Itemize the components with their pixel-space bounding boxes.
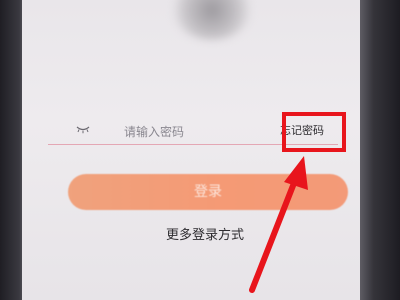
login-button[interactable]: 登录 (68, 174, 348, 210)
eye-closed-icon[interactable] (76, 124, 90, 134)
device-bezel-right (356, 0, 400, 300)
avatar (172, 0, 252, 40)
annotation-highlight-box (282, 112, 346, 152)
device-bezel-left (0, 0, 24, 300)
more-login-methods-link[interactable]: 更多登录方式 (150, 226, 260, 246)
password-input[interactable] (122, 122, 274, 142)
